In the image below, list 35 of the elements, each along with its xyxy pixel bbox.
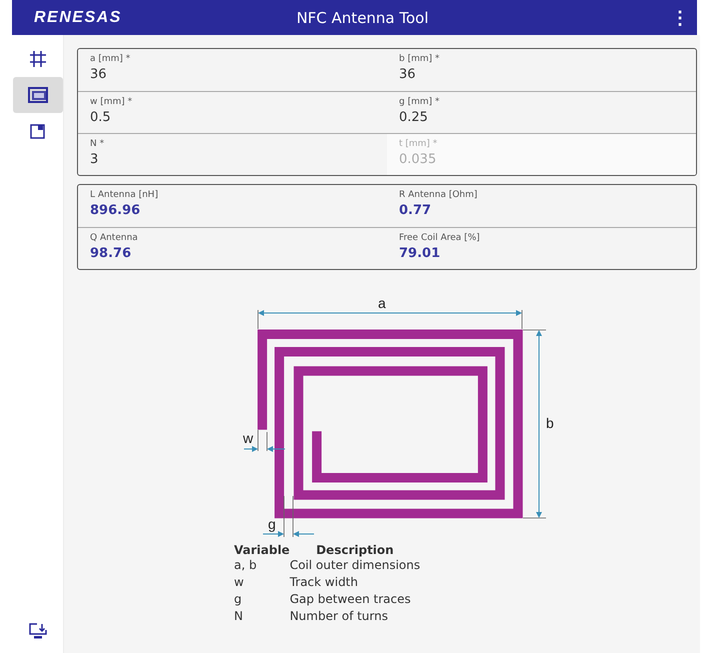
legend-cell: Coil outer dimensions (290, 557, 420, 574)
legend-cell-text: g (234, 591, 243, 608)
dimension-w-arrow (244, 430, 286, 452)
result-value: 896.96 (90, 203, 142, 218)
legend-cell-text: Gap between traces (290, 591, 412, 608)
legend-cell: w (234, 574, 290, 591)
dimension-label: g (268, 516, 276, 532)
dimension-label: b (546, 415, 554, 431)
input-field[interactable]: w [mm] * 0.5 (78, 91, 387, 133)
input-field[interactable]: a [mm] * 36 (78, 49, 387, 91)
square-icon (30, 124, 45, 138)
result-label: Free Coil Area [%] (399, 233, 481, 243)
legend-header: Variable (234, 543, 290, 557)
legend-header: Description (290, 543, 420, 557)
result-value: 0.77 (399, 203, 432, 218)
dimension-label: w (243, 430, 254, 446)
legend-cell-text: Track width (290, 574, 359, 591)
result-label: L Antenna [nH] (90, 190, 160, 200)
result-label: R Antenna [Ohm] (399, 190, 478, 200)
legend-cell-text: a, b (234, 557, 258, 574)
result-value: 98.76 (90, 246, 132, 261)
grid-icon (28, 50, 46, 68)
dimension-label: a (378, 295, 386, 311)
download-icon (28, 623, 46, 639)
result-value: 79.01 (399, 246, 442, 261)
legend-cell-text: N (234, 608, 244, 625)
sidebar-item[interactable] (12, 77, 62, 113)
menu-button[interactable]: ⋮ (669, 6, 691, 28)
legend-cell-text: Number of turns (290, 608, 389, 625)
logo: RENESAS (34, 8, 123, 26)
result-label: Q Antenna (90, 233, 139, 243)
input-field[interactable]: b [mm] * 36 (387, 49, 696, 91)
dimension-g-arrow (262, 496, 314, 538)
app-title: NFC Antenna Tool (296, 8, 429, 26)
window-icon (28, 87, 48, 103)
